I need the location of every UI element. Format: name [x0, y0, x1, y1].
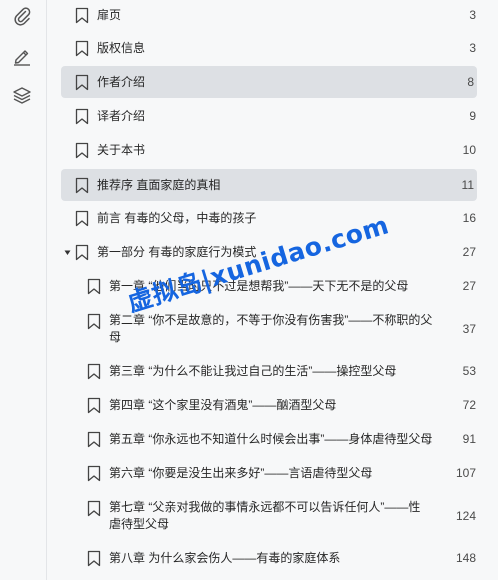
bookmark-icon[interactable]: [75, 7, 89, 24]
toc-item-chapter-8[interactable]: 第八章 为什么家会伤人——有毒的家庭体系 148: [61, 543, 477, 573]
bookmark-icon[interactable]: [87, 431, 101, 448]
toc-item-page: 53: [462, 364, 476, 378]
side-toolbar: [0, 0, 47, 580]
toc-item-title: 第二章 “你不是故意的，不等于你没有伤害我”——不称职的父 母: [109, 313, 433, 344]
toc-item-title: 推荐序 直面家庭的真相: [97, 178, 221, 192]
toc-item-chapter-7[interactable]: 第七章 “父亲对我做的事情永远都不可以告诉任何人”——性 虐待型父母 124: [61, 492, 477, 538]
toc-item-title: 作者介绍: [97, 75, 146, 89]
toc-item-chapter-4[interactable]: 第四章 “这个家里没有酒鬼”——酗酒型父母 72: [61, 390, 477, 420]
pen-icon[interactable]: [11, 45, 33, 67]
toc-item-page: 148: [455, 551, 476, 565]
paperclip-icon[interactable]: [11, 5, 33, 27]
toc-item-title: 前言 有毒的父母，中毒的孩子: [97, 211, 257, 225]
layers-icon[interactable]: [11, 84, 33, 106]
toc-item-page: 27: [462, 279, 476, 293]
toc-item-about-book[interactable]: 关于本书 10: [61, 135, 477, 165]
bookmark-icon[interactable]: [87, 465, 101, 482]
bookmark-icon[interactable]: [75, 244, 89, 261]
bookmark-icon[interactable]: [75, 210, 89, 227]
bookmark-icon[interactable]: [75, 108, 89, 125]
bookmark-icon[interactable]: [87, 500, 101, 517]
table-of-contents: 扉页 3 版权信息 3 作者介绍 8 译者介绍 9 关于本书 10 推荐序 直面…: [47, 0, 498, 580]
toc-item-title: 扉页: [97, 8, 122, 22]
bookmark-icon[interactable]: [75, 142, 89, 159]
bookmark-icon[interactable]: [87, 397, 101, 414]
toc-item-title: 第七章 “父亲对我做的事情永远都不可以告诉任何人”——性 虐待型父母: [109, 500, 421, 531]
toc-item-title: 第三章 “为什么不能让我过自己的生活”——操控型父母: [109, 364, 397, 378]
chevron-down-icon[interactable]: [64, 249, 71, 256]
toc-item-foreword[interactable]: 推荐序 直面家庭的真相 11: [61, 169, 477, 201]
toc-item-page: 8: [467, 75, 474, 89]
bookmark-icon[interactable]: [75, 40, 89, 57]
toc-item-title: 译者介绍: [97, 109, 146, 123]
toc-item-chapter-3[interactable]: 第三章 “为什么不能让我过自己的生活”——操控型父母 53: [61, 356, 477, 386]
toc-item-page: 10: [462, 143, 476, 157]
toc-item-page: 124: [455, 509, 476, 523]
toc-item-copyright[interactable]: 版权信息 3: [61, 33, 477, 63]
toc-item-page: 72: [462, 398, 476, 412]
bookmark-icon[interactable]: [87, 278, 101, 295]
toc-item-page: 16: [462, 211, 476, 225]
bookmark-icon[interactable]: [75, 177, 89, 194]
toc-item-page: 37: [462, 322, 476, 336]
toc-item-about-author[interactable]: 作者介绍 8: [61, 66, 477, 98]
toc-item-title: 第五章 “你永远也不知道什么时候会出事”——身体虐待型父母: [109, 432, 433, 446]
toc-item-preface[interactable]: 前言 有毒的父母，中毒的孩子 16: [61, 203, 477, 233]
toc-item-page: 91: [462, 432, 476, 446]
toc-item-title-page[interactable]: 扉页 3: [61, 0, 477, 30]
toc-item-title: 版权信息: [97, 41, 146, 55]
toc-item-page: 9: [469, 109, 476, 123]
toc-item-title: 第四章 “这个家里没有酒鬼”——酗酒型父母: [109, 398, 337, 412]
toc-item-chapter-2[interactable]: 第二章 “你不是故意的，不等于你没有伤害我”——不称职的父 母 37: [61, 305, 477, 351]
toc-item-chapter-5[interactable]: 第五章 “你永远也不知道什么时候会出事”——身体虐待型父母 91: [61, 424, 477, 454]
toc-item-page: 3: [469, 8, 476, 22]
toc-item-page: 107: [455, 466, 476, 480]
bookmark-icon[interactable]: [87, 313, 101, 330]
toc-item-about-translator[interactable]: 译者介绍 9: [61, 101, 477, 131]
toc-item-page: 3: [469, 41, 476, 55]
toc-item-page: 27: [462, 245, 476, 259]
toc-item-title: 第六章 “你要是没生出来多好”——言语虐待型父母: [109, 466, 373, 480]
bookmark-icon[interactable]: [87, 363, 101, 380]
bookmark-icon[interactable]: [75, 74, 89, 91]
bookmark-icon[interactable]: [87, 550, 101, 567]
toc-item-page: 11: [461, 178, 474, 192]
toc-item-title: 关于本书: [97, 143, 146, 157]
toc-item-title: 第八章 为什么家会伤人——有毒的家庭体系: [109, 551, 341, 565]
toc-item-chapter-6[interactable]: 第六章 “你要是没生出来多好”——言语虐待型父母 107: [61, 458, 477, 488]
